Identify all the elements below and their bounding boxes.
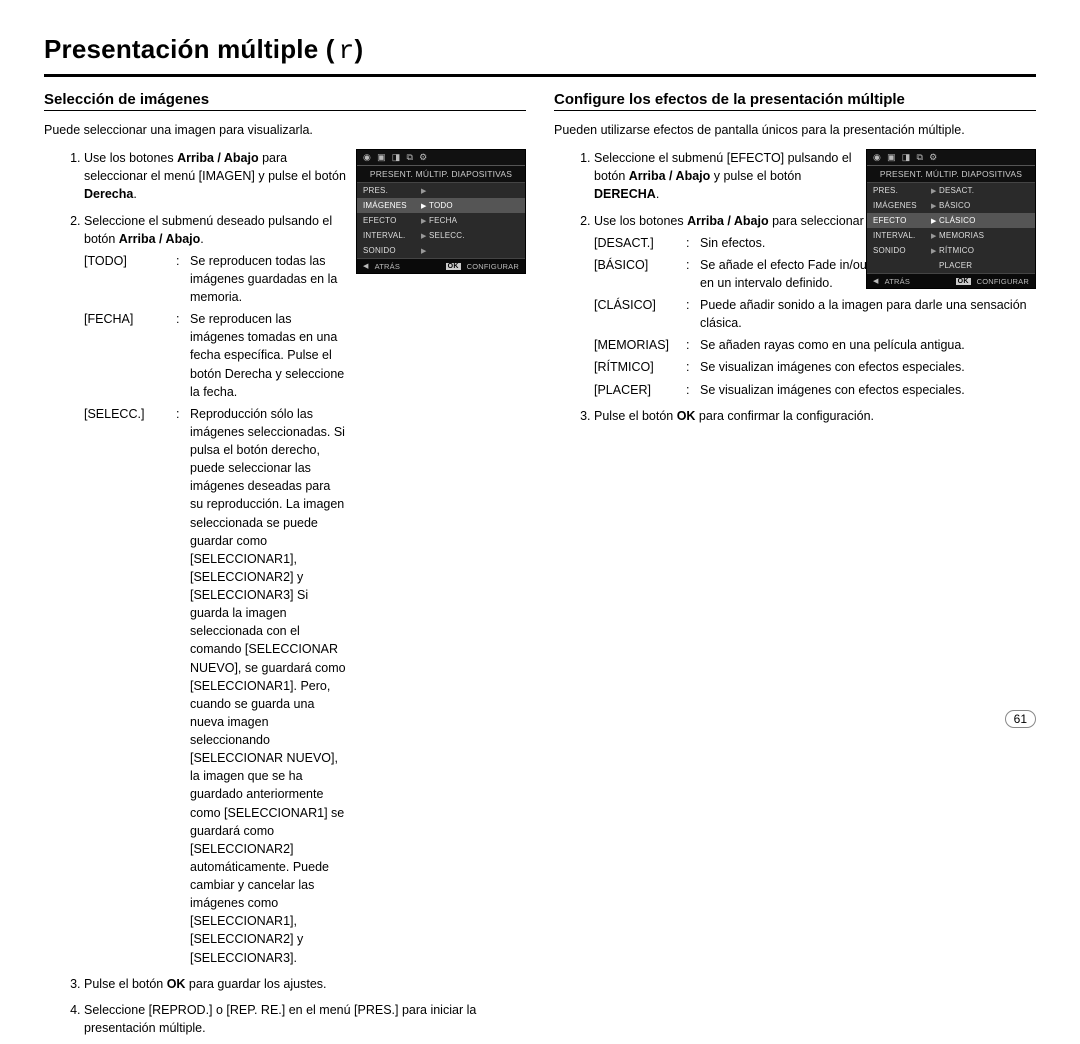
left-def-list: [TODO]:Se reproducen todas las imágenes … — [84, 252, 346, 967]
camera-menu-row: PRES.▶DESACT. — [867, 183, 1035, 198]
left-intro: Puede seleccionar una imagen para visual… — [44, 121, 526, 139]
right-column: Configure los efectos de la presentación… — [554, 91, 1036, 1044]
tab-icon-3: ◨ — [392, 152, 401, 163]
tab-icon-5: ⚙ — [419, 152, 427, 163]
page-title-close: ) — [354, 34, 363, 64]
camera-screen-title: PRESENT. MÚLTIP. DIAPOSITIVAS — [867, 166, 1035, 183]
def-row-placer: [PLACER]:Se visualizan imágenes con efec… — [594, 381, 1036, 399]
camera-screen-title: PRESENT. MÚLTIP. DIAPOSITIVAS — [357, 166, 525, 183]
camera-menu-row-selected: EFECTO▶CLÁSICO — [867, 213, 1035, 228]
left-heading: Selección de imágenes — [44, 91, 526, 108]
chevron-right-icon: ▶ — [421, 247, 429, 255]
right-heading: Configure los efectos de la presentación… — [554, 91, 1036, 108]
right-step-3: Pulse el botón OK para confirmar la conf… — [594, 407, 1036, 425]
def-row-ritmico: [RÍTMICO]:Se visualizan imágenes con efe… — [594, 358, 1036, 376]
page-number: 61 — [1005, 710, 1036, 728]
tab-icon-3: ◨ — [902, 152, 911, 163]
chevron-right-icon: ▶ — [931, 187, 939, 195]
camera-screen-footer: ◀ ATRÁS OK CONFIGURAR — [867, 273, 1035, 288]
camera-menu-row: PRES.▶ — [357, 183, 525, 198]
camera-menu-row: IMÁGENES▶BÁSICO — [867, 198, 1035, 213]
title-rule-light — [44, 76, 1036, 77]
camera-menu-row: INTERVAL.▶MEMORIAS — [867, 228, 1035, 243]
chevron-right-icon: ▶ — [421, 232, 429, 240]
camera-menu-row-selected: IMÁGENES▶TODO — [357, 198, 525, 213]
camera-menu-row: PLACER — [867, 258, 1035, 273]
chevron-right-icon: ▶ — [931, 202, 939, 210]
camera-screen-left: ◉ ▣ ◨ ⧉ ⚙ PRESENT. MÚLTIP. DIAPOSITIVAS … — [356, 149, 526, 274]
def-row-memorias: [MEMORIAS]:Se añaden rayas como en una p… — [594, 336, 1036, 354]
chevron-right-icon: ▶ — [421, 202, 429, 210]
left-heading-rule — [44, 110, 526, 111]
left-step-4: Seleccione [REPROD.] o [REP. RE.] en el … — [84, 1001, 526, 1037]
chevron-right-icon: ▶ — [931, 247, 939, 255]
slideshow-icon: r — [335, 36, 355, 66]
camera-menu-row: EFECTO▶FECHA — [357, 213, 525, 228]
left-step-2: Seleccione el submenú deseado pulsando e… — [84, 212, 526, 967]
footer-action-label: CONFIGURAR — [977, 277, 1029, 286]
tab-icon-1: ◉ — [363, 152, 371, 163]
camera-screen-tabbar: ◉ ▣ ◨ ⧉ ⚙ — [357, 150, 525, 166]
left-body: ◉ ▣ ◨ ⧉ ⚙ PRESENT. MÚLTIP. DIAPOSITIVAS … — [44, 149, 526, 1037]
def-row-todo: [TODO]:Se reproducen todas las imágenes … — [84, 252, 346, 306]
tab-icon-2: ▣ — [377, 152, 386, 163]
left-steps: Use los botones Arriba / Abajo para sele… — [44, 149, 526, 1037]
right-heading-rule — [554, 110, 1036, 111]
camera-menu-row: SONIDO▶RÍTMICO — [867, 243, 1035, 258]
camera-screen-right: ◉ ▣ ◨ ⧉ ⚙ PRESENT. MÚLTIP. DIAPOSITIVAS … — [866, 149, 1036, 289]
tab-icon-1: ◉ — [873, 152, 881, 163]
chevron-right-icon: ▶ — [931, 232, 939, 240]
page-title-text: Presentación múltiple ( — [44, 34, 335, 64]
camera-screen-tabbar: ◉ ▣ ◨ ⧉ ⚙ — [867, 150, 1035, 166]
def-row-clasico: [CLÁSICO]:Puede añadir sonido a la image… — [594, 296, 1036, 332]
page-title: Presentación múltiple (r) — [44, 34, 1036, 72]
right-body: ◉ ▣ ◨ ⧉ ⚙ PRESENT. MÚLTIP. DIAPOSITIVAS … — [554, 149, 1036, 425]
camera-menu-row: SONIDO▶ — [357, 243, 525, 258]
footer-back-label: ATRÁS — [885, 277, 910, 286]
tab-icon-4: ⧉ — [407, 152, 414, 163]
footer-back-label: ATRÁS — [375, 262, 400, 271]
def-row-fecha: [FECHA]:Se reproducen las imágenes tomad… — [84, 310, 346, 401]
chevron-right-icon: ▶ — [931, 217, 939, 225]
ok-badge: OK — [446, 263, 461, 270]
camera-screen-footer: ◀ ATRÁS OK CONFIGURAR — [357, 258, 525, 273]
chevron-right-icon: ▶ — [421, 217, 429, 225]
tab-icon-4: ⧉ — [917, 152, 924, 163]
chevron-left-icon: ◀ — [363, 262, 369, 270]
left-column: Selección de imágenes Puede seleccionar … — [44, 91, 526, 1044]
left-step-3: Pulse el botón OK para guardar los ajust… — [84, 975, 526, 993]
def-row-selecc: [SELECC.]:Reproducción sólo las imágenes… — [84, 405, 346, 967]
chevron-left-icon: ◀ — [873, 277, 879, 285]
tab-icon-2: ▣ — [887, 152, 896, 163]
ok-badge: OK — [956, 278, 971, 285]
right-intro: Pueden utilizarse efectos de pantalla ún… — [554, 121, 1036, 139]
camera-menu-row: INTERVAL.▶SELECC. — [357, 228, 525, 243]
tab-icon-5: ⚙ — [929, 152, 937, 163]
chevron-right-icon: ▶ — [421, 187, 429, 195]
footer-action-label: CONFIGURAR — [467, 262, 519, 271]
